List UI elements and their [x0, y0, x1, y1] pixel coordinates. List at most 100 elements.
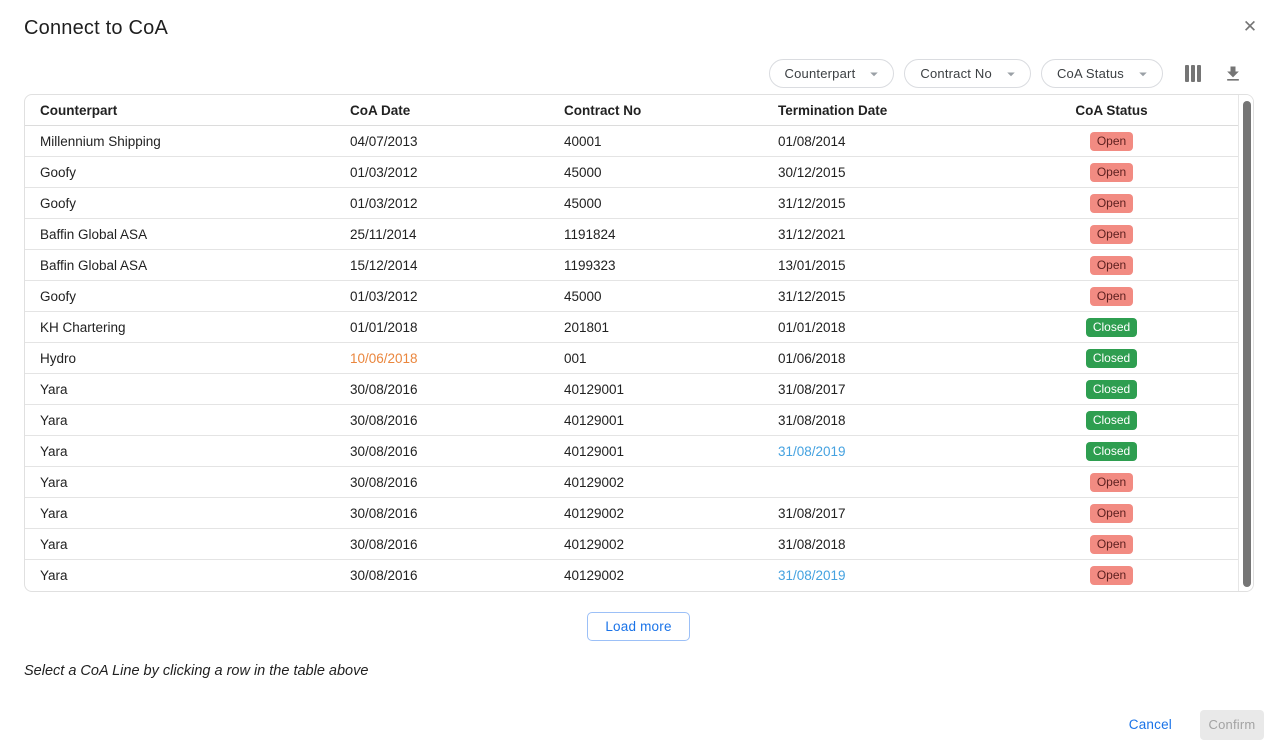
cell-coa-date: 25/11/2014 [350, 227, 564, 242]
cell-contract-no: 40129002 [564, 475, 778, 490]
cell-termination-date: 31/08/2019 [778, 568, 1045, 583]
cell-coa-status: Closed [1045, 380, 1238, 399]
cell-coa-date: 10/06/2018 [350, 351, 564, 366]
filter-chip-counterpart[interactable]: Counterpart [769, 59, 895, 88]
table-row[interactable]: Baffin Global ASA 15/12/2014 1199323 13/… [25, 250, 1238, 281]
status-badge: Open [1090, 566, 1133, 585]
cell-termination-date: 31/12/2015 [778, 196, 1045, 211]
cell-contract-no: 40001 [564, 134, 778, 149]
cell-coa-status: Open [1045, 132, 1238, 151]
cell-counterpart: Goofy [25, 196, 350, 211]
cell-counterpart: Yara [25, 444, 350, 459]
cell-coa-date: 30/08/2016 [350, 506, 564, 521]
selection-hint-text: Select a CoA Line by clicking a row in t… [24, 663, 1277, 679]
column-header-coa-date: CoA Date [350, 103, 564, 118]
filter-chip-label: Contract No [920, 66, 992, 81]
table-row[interactable]: Yara 30/08/2016 40129001 31/08/2018 Clos… [25, 405, 1238, 436]
table-row[interactable]: Hydro 10/06/2018 001 01/06/2018 Closed [25, 343, 1238, 374]
cell-coa-date: 15/12/2014 [350, 258, 564, 273]
cell-counterpart: Yara [25, 568, 350, 583]
cell-coa-status: Open [1045, 163, 1238, 182]
table-row[interactable]: Yara 30/08/2016 40129002 31/08/2019 Open [25, 560, 1238, 591]
cell-counterpart: Millennium Shipping [25, 134, 350, 149]
cell-coa-date: 30/08/2016 [350, 475, 564, 490]
cell-contract-no: 40129001 [564, 413, 778, 428]
coa-table: Counterpart CoA Date Contract No Termina… [24, 94, 1254, 592]
cell-coa-status: Closed [1045, 349, 1238, 368]
column-header-termination-date: Termination Date [778, 103, 1045, 118]
cell-termination-date: 13/01/2015 [778, 258, 1045, 273]
status-badge: Open [1090, 473, 1133, 492]
status-badge: Open [1090, 535, 1133, 554]
cell-counterpart: Yara [25, 413, 350, 428]
column-header-counterpart: Counterpart [25, 103, 350, 118]
column-header-contract-no: Contract No [564, 103, 778, 118]
cell-contract-no: 001 [564, 351, 778, 366]
cell-counterpart: Baffin Global ASA [25, 227, 350, 242]
cell-termination-date: 31/12/2015 [778, 289, 1045, 304]
cell-coa-status: Open [1045, 504, 1238, 523]
dialog-header: Connect to CoA ✕ [0, 0, 1277, 40]
table-header: Counterpart CoA Date Contract No Termina… [25, 95, 1238, 126]
cell-termination-date: 01/06/2018 [778, 351, 1045, 366]
download-icon[interactable] [1221, 62, 1245, 86]
filter-chip-contract-no[interactable]: Contract No [904, 59, 1031, 88]
cell-contract-no: 40129001 [564, 382, 778, 397]
status-badge: Closed [1086, 411, 1137, 430]
table-row[interactable]: Yara 30/08/2016 40129001 31/08/2019 Clos… [25, 436, 1238, 467]
cell-coa-date: 30/08/2016 [350, 444, 564, 459]
cancel-button[interactable]: Cancel [1113, 709, 1188, 740]
filter-chip-label: Counterpart [785, 66, 856, 81]
table-row[interactable]: Yara 30/08/2016 40129001 31/08/2017 Clos… [25, 374, 1238, 405]
table-row[interactable]: Yara 30/08/2016 40129002 Open [25, 467, 1238, 498]
cell-counterpart: Yara [25, 506, 350, 521]
table-row[interactable]: Goofy 01/03/2012 45000 31/12/2015 Open [25, 188, 1238, 219]
cell-counterpart: Hydro [25, 351, 350, 366]
cell-coa-date: 01/03/2012 [350, 196, 564, 211]
cell-coa-date: 01/01/2018 [350, 320, 564, 335]
table-row[interactable]: Baffin Global ASA 25/11/2014 1191824 31/… [25, 219, 1238, 250]
table-row[interactable]: Yara 30/08/2016 40129002 31/08/2017 Open [25, 498, 1238, 529]
cell-coa-status: Closed [1045, 318, 1238, 337]
cell-contract-no: 45000 [564, 289, 778, 304]
cell-counterpart: Goofy [25, 289, 350, 304]
cell-coa-status: Open [1045, 473, 1238, 492]
cell-counterpart: Goofy [25, 165, 350, 180]
confirm-button[interactable]: Confirm [1200, 710, 1264, 740]
cell-coa-date: 30/08/2016 [350, 413, 564, 428]
table-scrollbar[interactable] [1238, 95, 1253, 591]
cell-coa-status: Open [1045, 535, 1238, 554]
status-badge: Open [1090, 225, 1133, 244]
cell-coa-status: Open [1045, 225, 1238, 244]
cell-contract-no: 45000 [564, 165, 778, 180]
load-more-row: Load more [0, 612, 1277, 641]
status-badge: Closed [1086, 380, 1137, 399]
table-row[interactable]: Millennium Shipping 04/07/2013 40001 01/… [25, 126, 1238, 157]
load-more-button[interactable]: Load more [587, 612, 689, 641]
filter-chip-coa-status[interactable]: CoA Status [1041, 59, 1163, 88]
cell-counterpart: Baffin Global ASA [25, 258, 350, 273]
table-row[interactable]: Goofy 01/03/2012 45000 30/12/2015 Open [25, 157, 1238, 188]
table-body: Millennium Shipping 04/07/2013 40001 01/… [25, 126, 1238, 591]
cell-contract-no: 1191824 [564, 227, 778, 242]
filter-toolbar: Counterpart Contract No CoA Status [0, 59, 1277, 88]
scrollbar-thumb[interactable] [1243, 101, 1251, 587]
status-badge: Closed [1086, 442, 1137, 461]
status-badge: Closed [1086, 349, 1137, 368]
cell-termination-date: 31/08/2018 [778, 537, 1045, 552]
table-row[interactable]: Yara 30/08/2016 40129002 31/08/2018 Open [25, 529, 1238, 560]
cell-counterpart: Yara [25, 475, 350, 490]
cell-coa-status: Open [1045, 287, 1238, 306]
close-icon[interactable]: ✕ [1239, 16, 1261, 38]
cell-coa-date: 30/08/2016 [350, 537, 564, 552]
status-badge: Open [1090, 256, 1133, 275]
chevron-down-icon [865, 65, 883, 83]
cell-counterpart: Yara [25, 537, 350, 552]
table-row[interactable]: Goofy 01/03/2012 45000 31/12/2015 Open [25, 281, 1238, 312]
cell-termination-date: 31/08/2017 [778, 382, 1045, 397]
status-badge: Open [1090, 504, 1133, 523]
cell-coa-date: 01/03/2012 [350, 289, 564, 304]
view-columns-icon[interactable] [1181, 62, 1205, 86]
table-row[interactable]: KH Chartering 01/01/2018 201801 01/01/20… [25, 312, 1238, 343]
cell-coa-status: Open [1045, 256, 1238, 275]
